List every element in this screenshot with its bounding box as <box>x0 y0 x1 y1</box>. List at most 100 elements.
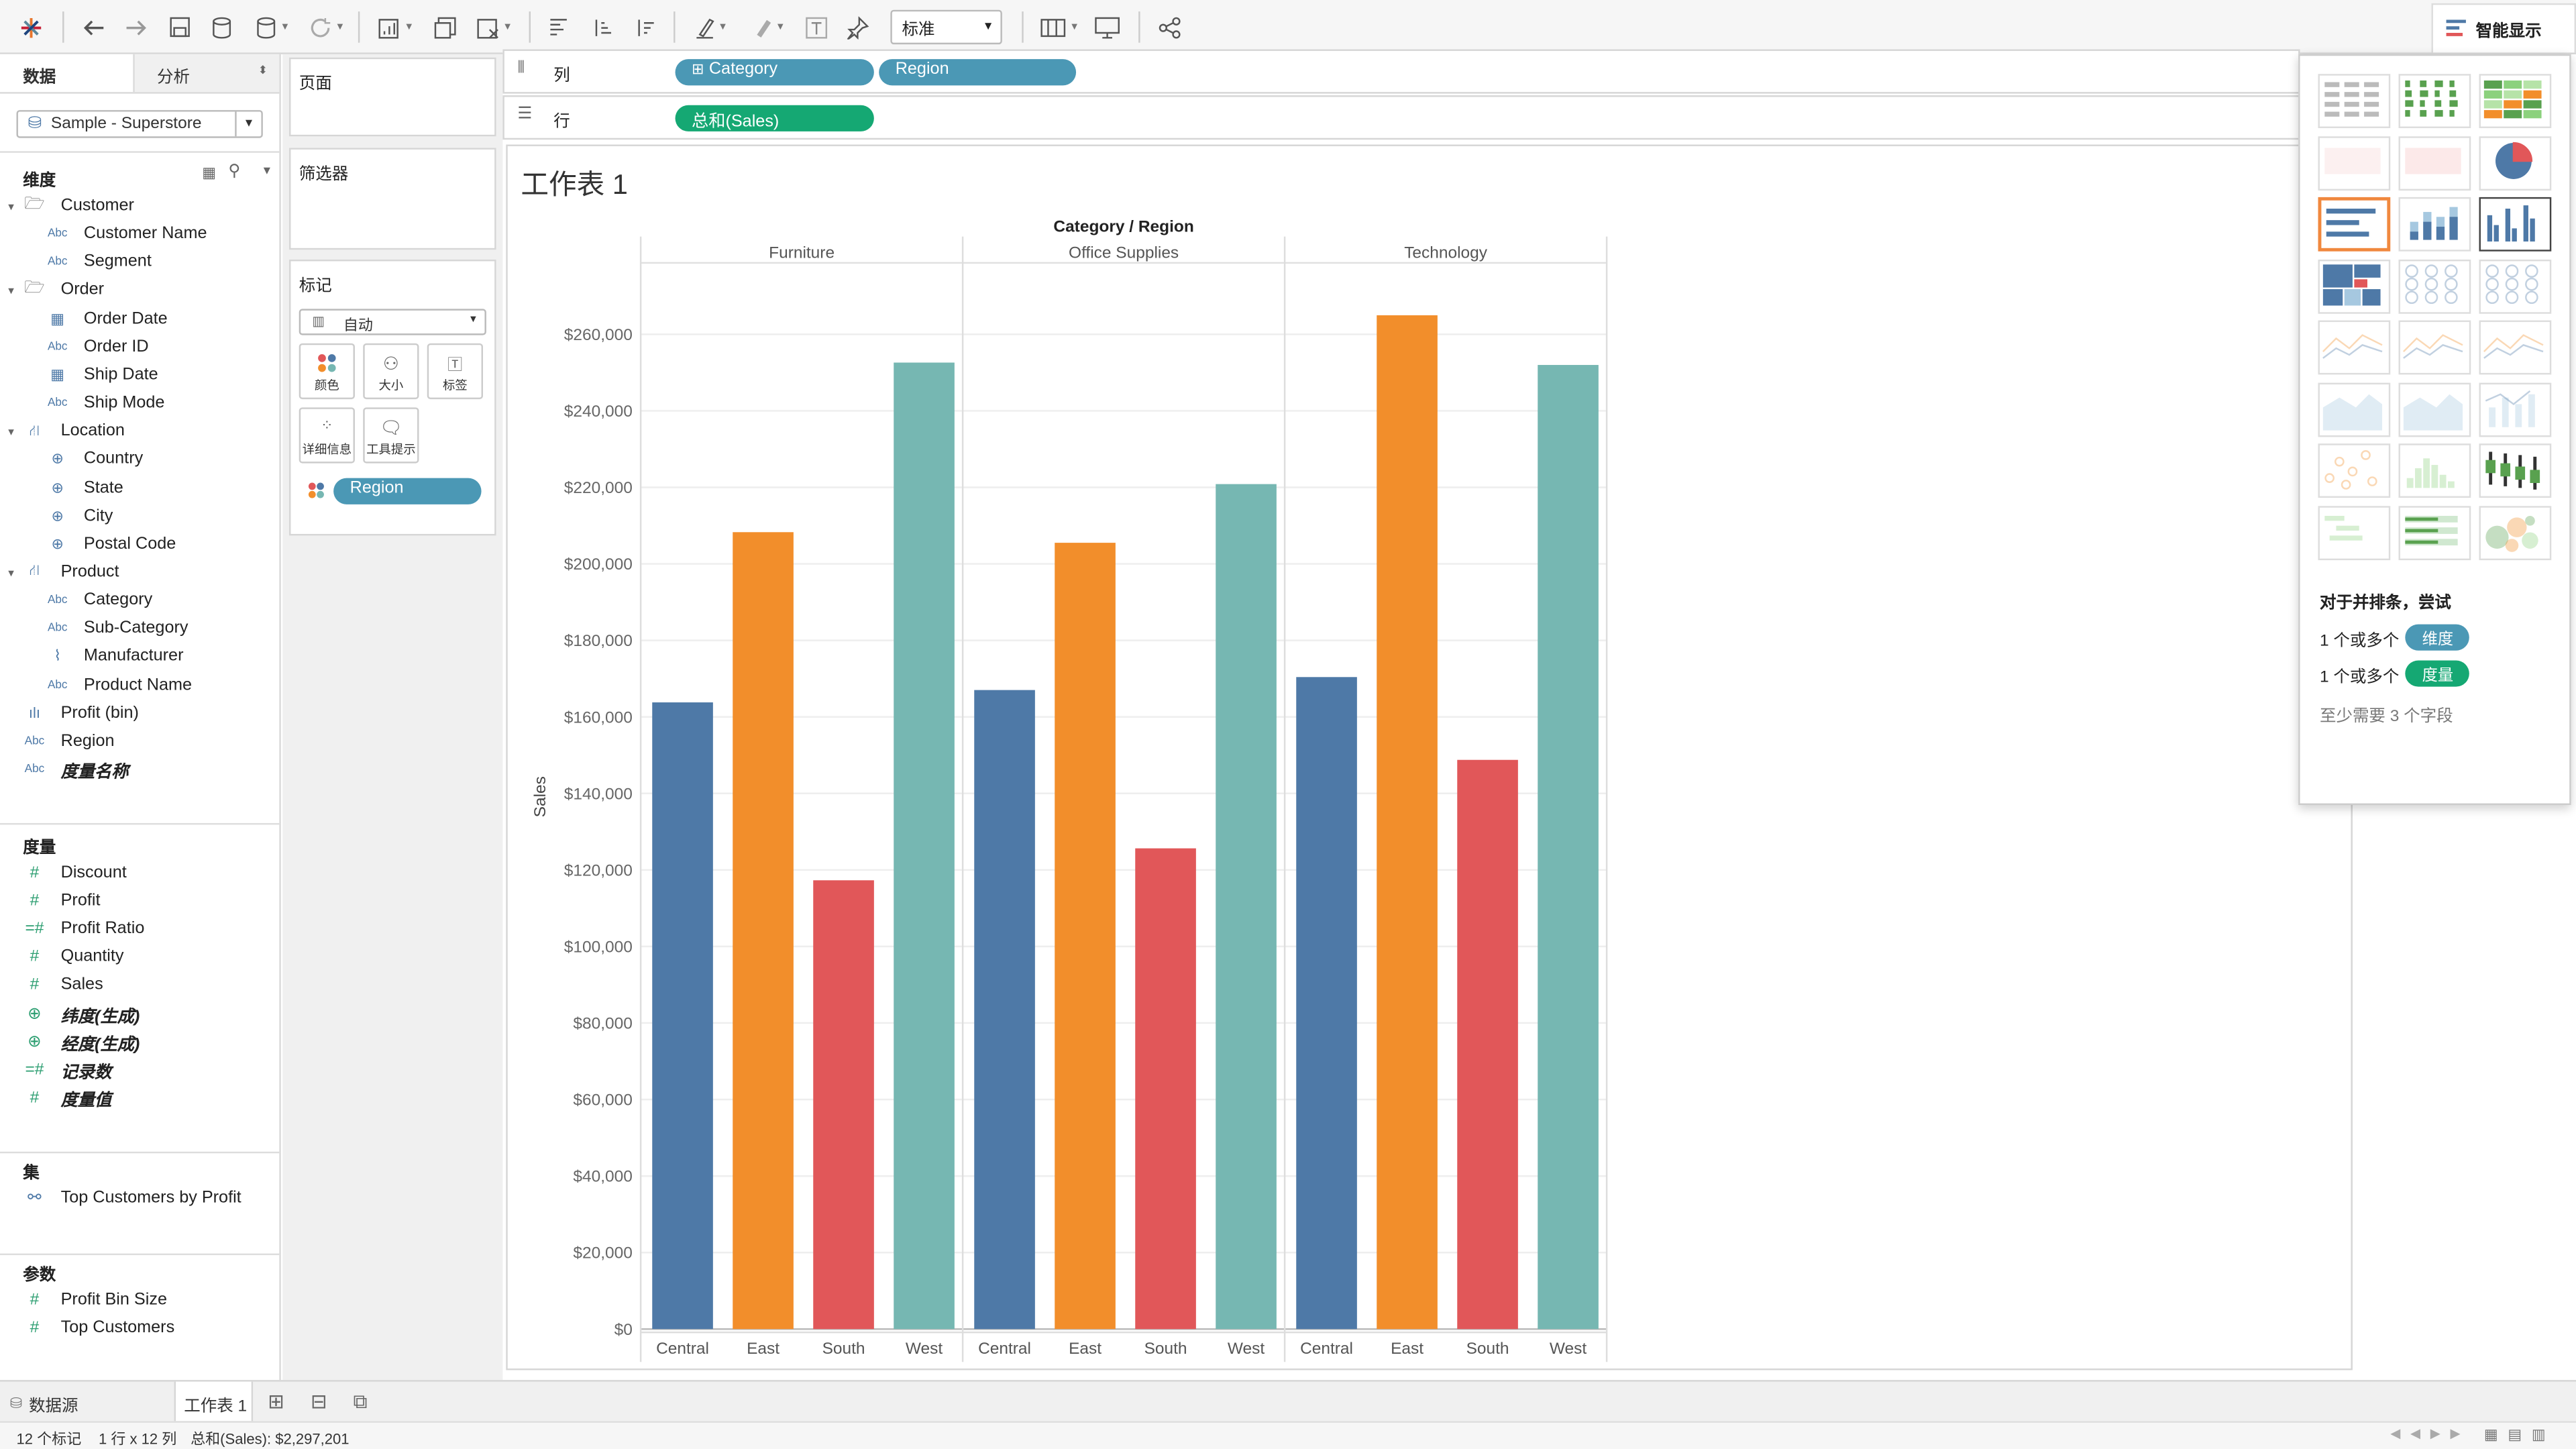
measure-field[interactable]: ⊕ 经度(生成) <box>23 1028 140 1056</box>
fit-select[interactable]: 标准 ▼ <box>890 9 1002 45</box>
view-toggle-icon[interactable]: ▦ <box>202 164 216 182</box>
dimension-field[interactable]: ▦ Order Date <box>46 305 167 333</box>
dimension-field[interactable]: ▾ 🗁 Order <box>8 277 104 305</box>
chart-type-area-discrete-icon[interactable] <box>2398 382 2471 437</box>
smart-show-button[interactable]: 智能显示 <box>2431 3 2576 53</box>
chevron-down-icon[interactable]: ▾ <box>8 285 14 298</box>
chart-type-dual-lines-icon[interactable] <box>2479 320 2552 375</box>
presentation-mode-icon[interactable] <box>1091 10 1124 44</box>
chart-type-heat-map-icon[interactable] <box>2398 74 2471 129</box>
refresh-icon[interactable]: ▼ <box>303 10 352 44</box>
dimension-field[interactable]: Abc Product Name <box>46 672 192 700</box>
show-cards-icon[interactable]: ▼ <box>1035 10 1084 44</box>
sheet-tab[interactable]: 工作表 1 <box>174 1381 254 1423</box>
dimension-field[interactable]: ▦ Ship Date <box>46 362 158 390</box>
chart-type-symbol-map-icon[interactable] <box>2318 136 2391 190</box>
chart-type-filled-map-icon[interactable] <box>2398 136 2471 190</box>
share-icon[interactable] <box>1153 10 1186 44</box>
new-worksheet-icon[interactable]: ▼ <box>371 10 420 44</box>
group-members-icon[interactable]: ▼ <box>744 10 793 44</box>
sort-ascending-icon[interactable] <box>585 10 618 44</box>
chevron-down-icon[interactable]: ▾ <box>8 567 14 580</box>
bar-furniture-central[interactable] <box>652 702 713 1330</box>
dimension-field[interactable]: ılı Profit (bin) <box>23 700 139 728</box>
measure-field[interactable]: =# 记录数 <box>23 1056 111 1084</box>
tableau-logo-icon[interactable] <box>16 10 46 44</box>
dimension-field[interactable]: Abc 度量名称 <box>23 756 129 784</box>
highlight-icon[interactable]: ▼ <box>687 10 736 44</box>
bar-technology-central[interactable] <box>1296 677 1357 1330</box>
datasource-select[interactable]: ⛁ Sample - Superstore ▼ <box>16 110 263 138</box>
rows-shelf[interactable]: ☰ 行 总和(Sales) <box>502 95 2300 140</box>
chart-type-dual-combination-icon[interactable] <box>2479 382 2552 437</box>
bar-office-supplies-south[interactable] <box>1135 848 1196 1330</box>
chart-type-packed-bubbles-icon[interactable] <box>2479 505 2552 559</box>
chevron-down-icon[interactable]: ▾ <box>8 426 14 439</box>
dimension-field[interactable]: ⊕ Postal Code <box>46 531 176 559</box>
dimension-field[interactable]: Abc Customer Name <box>46 221 207 249</box>
dimensions-menu-icon[interactable]: ▼ <box>261 166 272 177</box>
parameter-item[interactable]: # Top Customers <box>23 1314 175 1342</box>
duplicate-sheet-icon[interactable] <box>429 10 462 44</box>
show-mark-labels-icon[interactable] <box>800 10 833 44</box>
chart-type-side-by-side-circles-icon[interactable] <box>2479 258 2552 313</box>
new-story-icon[interactable]: ⧉ <box>354 1390 368 1415</box>
measure-field[interactable]: # Profit <box>23 888 101 916</box>
measure-field[interactable]: ⊕ 纬度(生成) <box>23 1000 140 1028</box>
bar-furniture-east[interactable] <box>733 532 794 1330</box>
chevron-down-icon[interactable]: ▾ <box>8 201 14 213</box>
dimension-field[interactable]: ⊕ State <box>46 474 123 502</box>
dimension-field[interactable]: ⊕ Country <box>46 446 143 474</box>
marks-region-pill[interactable]: Region <box>333 478 482 504</box>
bar-chart[interactable]: Category / Region $0 $20,000 $40,000 $60,000… <box>508 146 2351 1368</box>
search-icon[interactable]: ⚲ <box>228 162 240 180</box>
undo-icon[interactable] <box>77 10 110 44</box>
bar-furniture-west[interactable] <box>894 362 955 1330</box>
new-datasource-icon[interactable] <box>205 10 238 44</box>
datasource-tab[interactable]: ⛁ 数据源 <box>10 1391 78 1416</box>
measure-field[interactable]: # 度量值 <box>23 1084 112 1112</box>
sum-sales-pill[interactable]: 总和(Sales) <box>675 105 874 131</box>
chart-type-lines-discrete-icon[interactable] <box>2398 320 2471 375</box>
tab-data[interactable]: 数据 <box>0 54 134 93</box>
category-pill[interactable]: ⊞ Category <box>675 59 874 86</box>
dimension-field[interactable]: Abc Region <box>23 728 115 756</box>
chart-type-lines-continuous-icon[interactable] <box>2318 320 2391 375</box>
dimension-field[interactable]: ▾ ⛙ Product <box>8 559 119 587</box>
tab-analysis[interactable]: 分析 ⬍ <box>133 54 280 93</box>
dimension-field[interactable]: Abc Category <box>46 587 152 615</box>
view-mode-icons[interactable]: ▦▤▥ <box>2484 1426 2556 1444</box>
detail-button[interactable]: ⁘ 详细信息 <box>299 407 355 464</box>
clear-sheet-icon[interactable]: ▼ <box>470 10 519 44</box>
new-dashboard-icon[interactable]: ⊟ <box>311 1390 327 1413</box>
chart-type-scatter-plot-icon[interactable] <box>2318 443 2391 498</box>
label-button[interactable]: 🅃 标签 <box>427 343 484 400</box>
filters-shelf[interactable]: 筛选器 <box>289 148 496 250</box>
measure-field[interactable]: # Sales <box>23 971 103 1000</box>
chart-type-circle-views-icon[interactable] <box>2398 258 2471 313</box>
chart-type-horizontal-bars-icon[interactable] <box>2318 197 2391 252</box>
chart-type-highlight-table-icon[interactable] <box>2479 74 2552 129</box>
chart-type-pie-chart-icon[interactable] <box>2479 136 2552 190</box>
nav-arrows-icon[interactable]: ◀◀▶▶ <box>2390 1426 2470 1441</box>
size-button[interactable]: ⚇ 大小 <box>363 343 419 400</box>
pages-shelf[interactable]: 页面 <box>289 57 496 137</box>
redo-icon[interactable] <box>120 10 153 44</box>
bar-office-supplies-east[interactable] <box>1055 543 1116 1330</box>
fix-axes-pin-icon[interactable] <box>841 10 874 44</box>
chart-type-area-continuous-icon[interactable] <box>2318 382 2391 437</box>
new-worksheet-icon[interactable]: ⊞ <box>268 1390 284 1413</box>
chart-type-stacked-bars-icon[interactable] <box>2398 197 2471 252</box>
mark-type-select[interactable]: ▥ 自动 ▼ <box>299 309 486 335</box>
columns-shelf[interactable]: ⦀ 列 ⊞ Category Region <box>502 49 2300 94</box>
chart-type-box-whisker-icon[interactable] <box>2479 443 2552 498</box>
bar-office-supplies-central[interactable] <box>974 690 1035 1330</box>
bar-technology-east[interactable] <box>1377 315 1438 1330</box>
region-pill[interactable]: Region <box>879 59 1077 86</box>
chart-type-text-table-icon[interactable] <box>2318 74 2391 129</box>
save-icon[interactable] <box>162 10 195 44</box>
dimension-field[interactable]: ⊕ City <box>46 502 113 531</box>
sort-descending-icon[interactable] <box>628 10 661 44</box>
dimension-field[interactable]: ▾ ⛙ Location <box>8 418 125 446</box>
bar-office-supplies-west[interactable] <box>1216 484 1277 1330</box>
